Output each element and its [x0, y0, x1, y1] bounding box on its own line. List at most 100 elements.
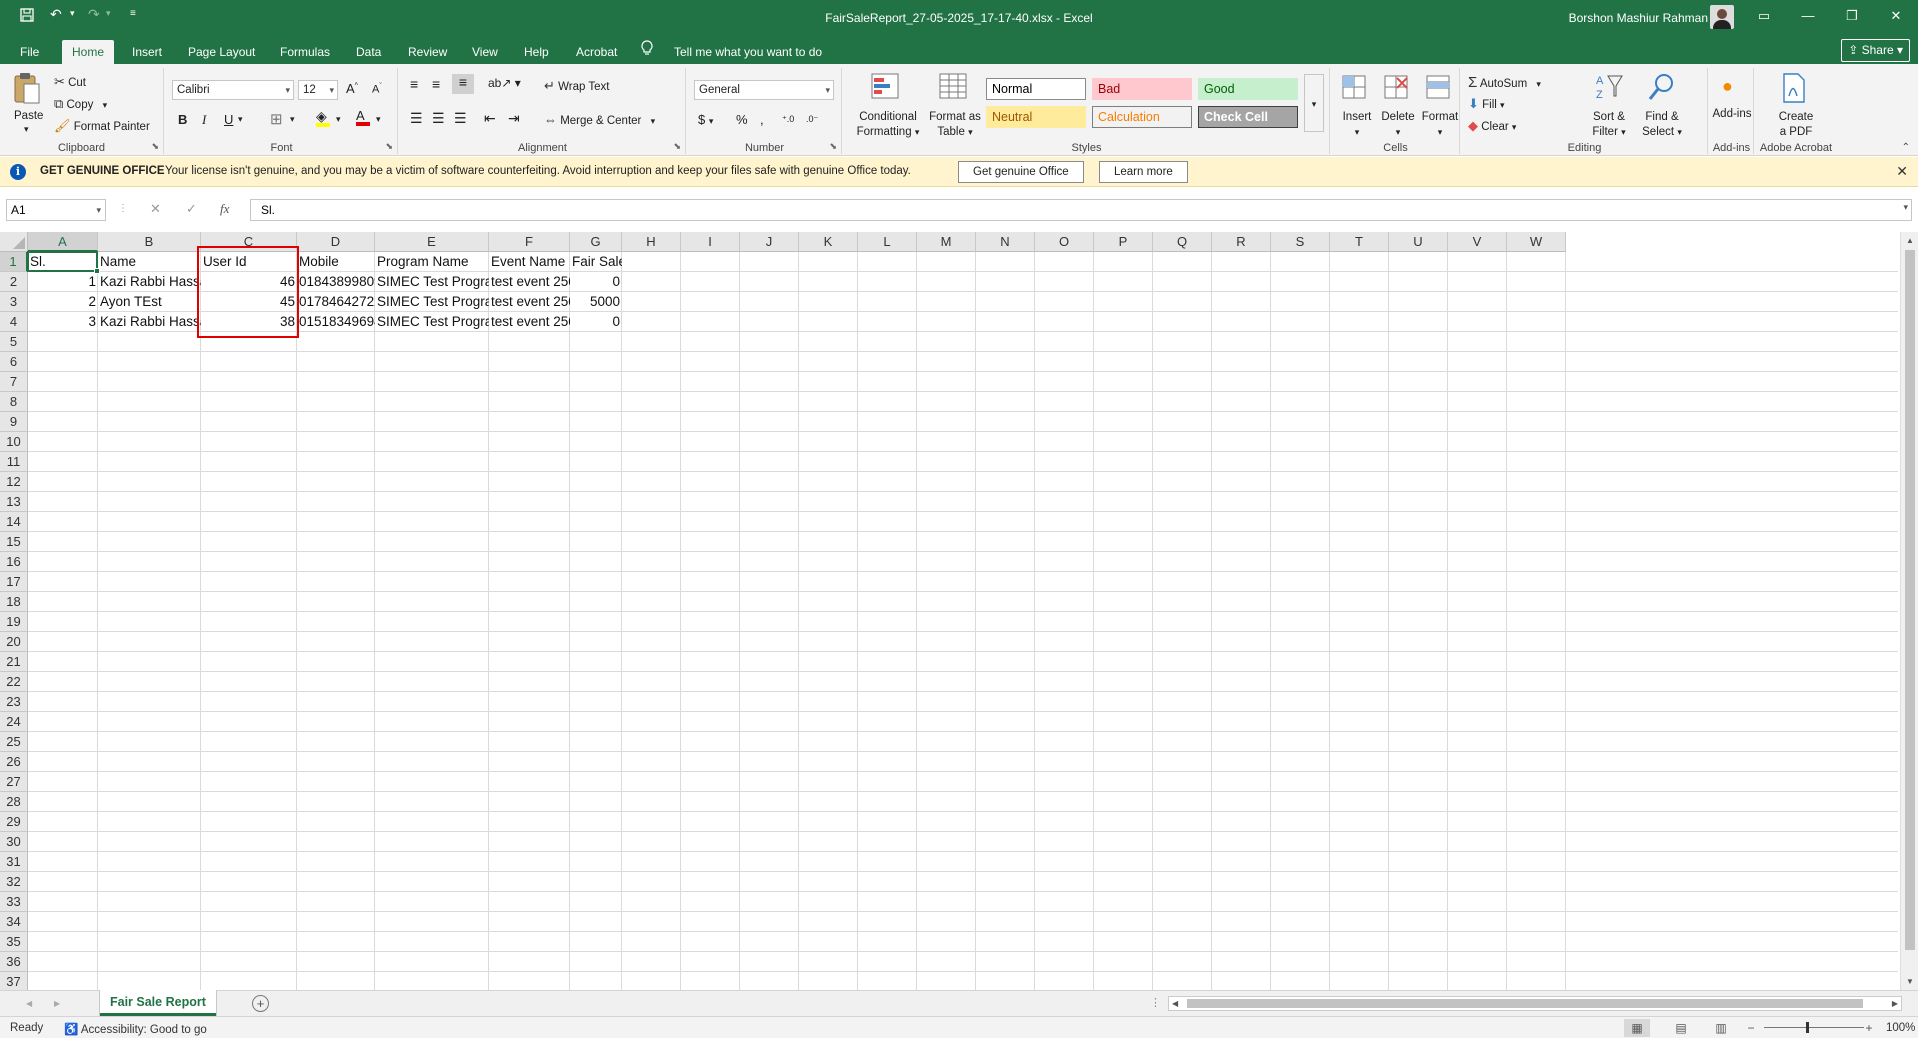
- style-good[interactable]: Good: [1198, 78, 1298, 100]
- borders-icon[interactable]: ⊞: [270, 110, 283, 128]
- row-header-32[interactable]: 32: [0, 872, 28, 892]
- format-button[interactable]: Format ▾: [1420, 110, 1460, 140]
- horizontal-scrollbar[interactable]: ◀ ▶: [1168, 996, 1902, 1011]
- decrease-decimal-icon[interactable]: .0⁻: [806, 114, 818, 125]
- row-header-28[interactable]: 28: [0, 792, 28, 812]
- conditional-formatting-button[interactable]: Conditional Formatting ▾: [852, 110, 924, 140]
- row-header-18[interactable]: 18: [0, 592, 28, 612]
- row-header-8[interactable]: 8: [0, 392, 28, 412]
- borders-dropdown-icon[interactable]: ▾: [290, 114, 295, 125]
- delete-button[interactable]: Delete ▾: [1378, 110, 1418, 140]
- column-header-w[interactable]: W: [1507, 232, 1566, 252]
- next-sheet-icon[interactable]: ▶: [54, 999, 60, 1008]
- data-cell[interactable]: Ayon TEst: [98, 292, 164, 312]
- row-header-33[interactable]: 33: [0, 892, 28, 912]
- data-cell[interactable]: 01784642722: [297, 292, 375, 312]
- decrease-indent-icon[interactable]: ⇤: [484, 110, 496, 127]
- ribbon-display-icon[interactable]: ▭: [1742, 0, 1786, 32]
- row-header-37[interactable]: 37: [0, 972, 28, 990]
- find-select-button[interactable]: Find & Select ▾: [1636, 110, 1688, 140]
- clipboard-launcher-icon[interactable]: ⬊: [151, 141, 159, 152]
- insert-function-icon[interactable]: fx: [220, 201, 229, 217]
- style-calculation[interactable]: Calculation: [1092, 106, 1192, 128]
- tab-page-layout[interactable]: Page Layout: [178, 40, 265, 64]
- style-normal[interactable]: Normal: [986, 78, 1086, 100]
- row-header-10[interactable]: 10: [0, 432, 28, 452]
- top-align-icon[interactable]: ≡: [410, 76, 418, 92]
- column-header-g[interactable]: G: [570, 232, 622, 252]
- row-header-23[interactable]: 23: [0, 692, 28, 712]
- tab-file[interactable]: File: [10, 40, 49, 64]
- scroll-left-icon[interactable]: ◀: [1172, 999, 1178, 1008]
- row-header-5[interactable]: 5: [0, 332, 28, 352]
- column-header-d[interactable]: D: [297, 232, 375, 252]
- align-center-icon[interactable]: ☰: [432, 110, 445, 127]
- tab-data[interactable]: Data: [346, 40, 391, 64]
- row-header-26[interactable]: 26: [0, 752, 28, 772]
- row-header-7[interactable]: 7: [0, 372, 28, 392]
- formula-input[interactable]: Sl.: [250, 199, 1912, 221]
- row-header-13[interactable]: 13: [0, 492, 28, 512]
- row-header-34[interactable]: 34: [0, 912, 28, 932]
- learn-more-button[interactable]: Learn more: [1099, 161, 1188, 183]
- autosum-button[interactable]: Σ AutoSum ▾: [1468, 74, 1541, 91]
- data-cell[interactable]: test event 250: [489, 272, 570, 292]
- zoom-out-icon[interactable]: −: [1738, 1019, 1764, 1037]
- row-header-11[interactable]: 11: [0, 452, 28, 472]
- confirm-entry-icon[interactable]: ✓: [186, 201, 197, 217]
- copy-button[interactable]: ⧉ Copy ▾: [54, 96, 107, 112]
- row-header-9[interactable]: 9: [0, 412, 28, 432]
- data-cell[interactable]: test event 250: [489, 312, 570, 332]
- number-format-select[interactable]: General: [694, 80, 834, 100]
- sheet-tab-fair-sale-report[interactable]: Fair Sale Report: [100, 990, 216, 1016]
- increase-indent-icon[interactable]: ⇥: [508, 110, 520, 127]
- close-message-icon[interactable]: ✕: [1896, 163, 1908, 180]
- align-right-icon[interactable]: ☰: [454, 110, 467, 127]
- data-cell[interactable]: Kazi Rabbi Hassan: [98, 312, 201, 332]
- row-header-1[interactable]: 1: [0, 252, 28, 272]
- horizontal-scroll-thumb[interactable]: [1187, 999, 1863, 1008]
- sort-filter-button[interactable]: Sort & Filter ▾: [1586, 110, 1632, 140]
- tab-insert[interactable]: Insert: [122, 40, 172, 64]
- header-cell[interactable]: Fair Sale: [570, 252, 622, 272]
- format-as-table-button[interactable]: Format as Table ▾: [924, 110, 986, 140]
- fill-handle[interactable]: [94, 268, 100, 274]
- row-header-25[interactable]: 25: [0, 732, 28, 752]
- row-header-20[interactable]: 20: [0, 632, 28, 652]
- close-icon[interactable]: ✕: [1874, 0, 1918, 32]
- header-cell[interactable]: Name: [98, 252, 138, 272]
- decrease-font-icon[interactable]: Aˇ: [372, 83, 382, 96]
- data-cell[interactable]: 01518349694: [297, 312, 375, 332]
- bottom-align-icon[interactable]: ≡: [452, 74, 474, 94]
- column-header-q[interactable]: Q: [1153, 232, 1212, 252]
- tab-view[interactable]: View: [462, 40, 508, 64]
- bold-icon[interactable]: B: [178, 112, 187, 127]
- get-genuine-office-button[interactable]: Get genuine Office: [958, 161, 1084, 183]
- header-cell[interactable]: Event Name: [489, 252, 567, 272]
- scroll-up-icon[interactable]: ▲: [1906, 236, 1914, 245]
- zoom-slider[interactable]: [1764, 1027, 1864, 1028]
- data-cell[interactable]: test event 250: [489, 292, 570, 312]
- more-options-icon[interactable]: ⋮: [118, 203, 128, 214]
- currency-icon[interactable]: $ ▾: [698, 112, 713, 127]
- data-cell[interactable]: Kazi Rabbi Hassan: [98, 272, 201, 292]
- normal-view-icon[interactable]: ▦: [1624, 1019, 1650, 1037]
- styles-more-icon[interactable]: ▾: [1304, 74, 1324, 132]
- minimize-icon[interactable]: —: [1786, 0, 1830, 32]
- zoom-level[interactable]: 100%: [1886, 1022, 1915, 1034]
- tab-formulas[interactable]: Formulas: [270, 40, 340, 64]
- column-header-a[interactable]: A: [28, 232, 98, 252]
- tab-home[interactable]: Home: [62, 40, 115, 64]
- fill-color-icon[interactable]: ◈: [316, 108, 330, 127]
- name-box[interactable]: A1: [6, 199, 106, 221]
- vertical-scroll-thumb[interactable]: [1905, 250, 1915, 950]
- header-cell[interactable]: Program Name: [375, 252, 471, 272]
- tab-help[interactable]: Help: [514, 40, 559, 64]
- row-header-24[interactable]: 24: [0, 712, 28, 732]
- row-header-22[interactable]: 22: [0, 672, 28, 692]
- data-cell[interactable]: 1: [28, 272, 98, 292]
- row-header-16[interactable]: 16: [0, 552, 28, 572]
- column-header-m[interactable]: M: [917, 232, 976, 252]
- style-check-cell[interactable]: Check Cell: [1198, 106, 1298, 128]
- column-header-i[interactable]: I: [681, 232, 740, 252]
